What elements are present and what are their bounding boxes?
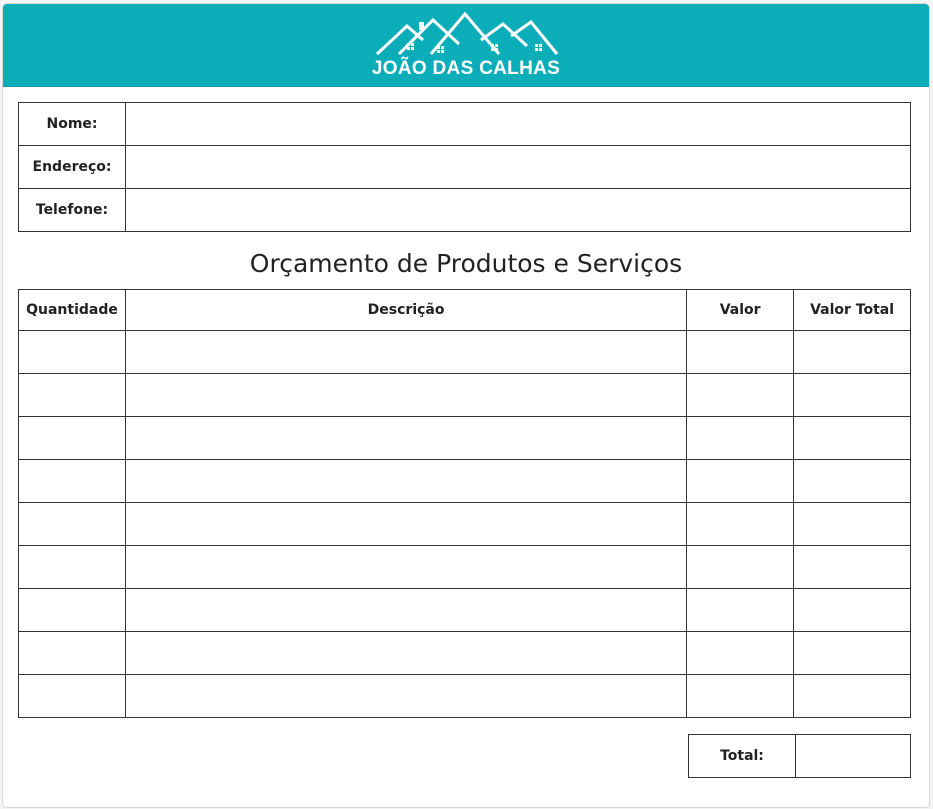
table-row [18, 545, 911, 589]
description-cell[interactable] [124, 588, 688, 632]
description-cell[interactable] [124, 545, 688, 589]
total-value-cell[interactable] [793, 502, 911, 546]
description-cell[interactable] [124, 631, 688, 675]
section-title: Orçamento de Produtos e Serviços [249, 249, 683, 278]
description-cell[interactable] [124, 674, 688, 718]
total-value-cell[interactable] [793, 674, 911, 718]
total-value-cell[interactable] [793, 330, 911, 374]
budget-form: JOÃO DAS CALHAS Nome: Endereço: Telefone… [2, 3, 930, 808]
header-banner: JOÃO DAS CALHAS [3, 4, 929, 87]
items-table: Quantidade Descrição Valor Valor Total [18, 289, 911, 718]
quantity-cell[interactable] [18, 502, 126, 546]
table-row [18, 330, 911, 374]
total-value-cell[interactable] [793, 588, 911, 632]
address-field[interactable] [125, 145, 911, 189]
total-row: Total: [688, 734, 911, 778]
table-row [18, 674, 911, 718]
value-cell[interactable] [686, 502, 795, 546]
column-header-total-value: Valor Total [793, 289, 911, 331]
value-cell[interactable] [686, 631, 795, 675]
quantity-cell[interactable] [18, 330, 126, 374]
name-label: Nome: [18, 102, 126, 146]
value-cell[interactable] [686, 588, 795, 632]
name-field[interactable] [125, 102, 911, 146]
phone-field[interactable] [125, 188, 911, 232]
description-cell[interactable] [124, 502, 688, 546]
value-cell[interactable] [686, 674, 795, 718]
table-row [18, 588, 911, 632]
quantity-cell[interactable] [18, 459, 126, 503]
value-cell[interactable] [686, 373, 795, 417]
table-row [18, 416, 911, 460]
house-roofs-icon [375, 11, 559, 56]
total-field[interactable] [795, 734, 911, 778]
description-cell[interactable] [124, 459, 688, 503]
total-value-cell[interactable] [793, 373, 911, 417]
description-cell[interactable] [124, 330, 688, 374]
column-header-value: Valor [686, 289, 795, 331]
total-value-cell[interactable] [793, 459, 911, 503]
client-row-name: Nome: [18, 102, 911, 146]
value-cell[interactable] [686, 545, 795, 589]
total-label: Total: [688, 734, 796, 778]
value-cell[interactable] [686, 416, 795, 460]
client-row-address: Endereço: [18, 145, 911, 189]
value-cell[interactable] [686, 330, 795, 374]
description-cell[interactable] [124, 416, 688, 460]
table-header-row: Quantidade Descrição Valor Valor Total [18, 289, 911, 331]
table-row [18, 373, 911, 417]
total-value-cell[interactable] [793, 545, 911, 589]
table-row [18, 631, 911, 675]
quantity-cell[interactable] [18, 631, 126, 675]
description-cell[interactable] [124, 373, 688, 417]
quantity-cell[interactable] [18, 373, 126, 417]
table-row [18, 502, 911, 546]
total-value-cell[interactable] [793, 416, 911, 460]
phone-label: Telefone: [18, 188, 126, 232]
quantity-cell[interactable] [18, 416, 126, 460]
total-value-cell[interactable] [793, 631, 911, 675]
company-name: JOÃO DAS CALHAS [371, 58, 561, 79]
column-header-quantity: Quantidade [18, 289, 126, 331]
company-logo: JOÃO DAS CALHAS [371, 10, 561, 84]
quantity-cell[interactable] [18, 674, 126, 718]
client-row-phone: Telefone: [18, 188, 911, 232]
quantity-cell[interactable] [18, 588, 126, 632]
client-info-table: Nome: Endereço: Telefone: [18, 102, 911, 232]
quantity-cell[interactable] [18, 545, 126, 589]
table-row [18, 459, 911, 503]
total-table: Total: [688, 734, 911, 778]
column-header-description: Descrição [124, 289, 688, 331]
value-cell[interactable] [686, 459, 795, 503]
address-label: Endereço: [18, 145, 126, 189]
